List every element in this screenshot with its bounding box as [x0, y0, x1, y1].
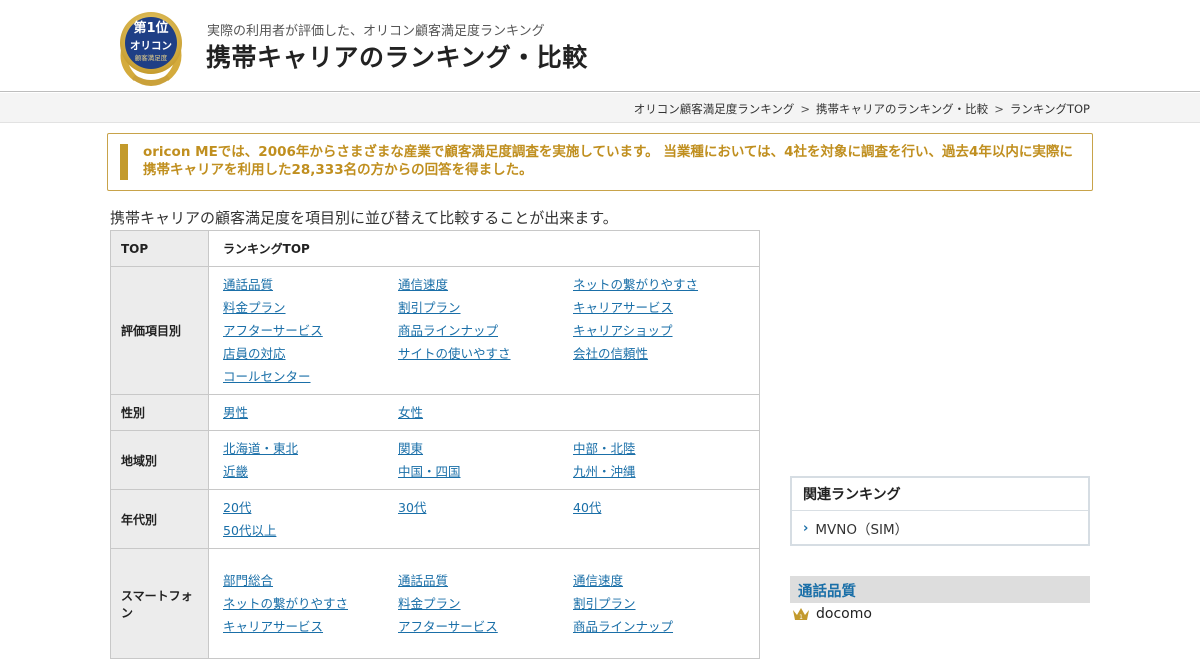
ranking-link[interactable]: ネットの繋がりやすさ	[223, 595, 398, 613]
logo-award-text: 顧客満足度	[135, 53, 168, 62]
page-title: 携帯キャリアのランキング・比較	[206, 43, 588, 72]
row-cells: 北海道・東北 関東 中部・北陸近畿 中国・四国 九州・沖縄	[208, 430, 760, 490]
intro-text: 携帯キャリアの顧客満足度を項目別に並び替えて比較することが出来ます。	[110, 209, 618, 227]
row-cells: 部門総合 通話品質 通信速度ネットの繋がりやすさ 料金プラン 割引プランキャリアサービス…	[208, 548, 760, 659]
row-label: 評価項目別	[110, 266, 209, 395]
ranking-link[interactable]: 関東	[398, 440, 573, 458]
ranking-link[interactable]: キャリアサービス	[223, 618, 398, 636]
ranking-link[interactable]: アフターサービス	[223, 322, 398, 340]
row-label: 性別	[110, 394, 209, 431]
row-label: 地域別	[110, 430, 209, 490]
table-row: 評価項目別 通話品質 通信速度 ネットの繋がりやすさ料金プラン 割引プラン キャリアサービ…	[110, 266, 760, 395]
first-place-name: docomo	[816, 606, 872, 622]
table-row: TOP ランキングTOP	[110, 230, 760, 267]
row-cells: 20代 30代 40代 50代以上	[208, 489, 760, 549]
ranking-link[interactable]: 通信速度	[573, 572, 748, 590]
link-grid: 部門総合 通話品質 通信速度ネットの繋がりやすさ 料金プラン 割引プランキャリアサービス…	[223, 572, 759, 636]
row-cells: ランキングTOP	[208, 230, 760, 267]
ranking-link[interactable]: サイトの使いやすさ	[398, 345, 573, 363]
related-ranking-item[interactable]: › MVNO（SIM）	[792, 511, 1088, 545]
ranking-link[interactable]: 商品ラインナップ	[398, 322, 573, 340]
related-rankings-title: 関連ランキング	[792, 478, 1088, 511]
ranking-link[interactable]: 料金プラン	[223, 299, 398, 317]
logo-rank-text: 第1位	[133, 20, 168, 36]
row-label: 年代別	[110, 489, 209, 549]
ranking-link[interactable]: 部門総合	[223, 572, 398, 590]
link-grid: 20代 30代 40代 50代以上	[223, 499, 759, 540]
ranking-link[interactable]: 北海道・東北	[223, 440, 398, 458]
ranking-link[interactable]: 中国・四国	[398, 463, 573, 481]
row-cells: 男性 女性	[208, 394, 760, 431]
breadcrumb-link-oricon[interactable]: オリコン顧客満足度ランキング	[634, 102, 795, 116]
ranking-link[interactable]: 40代	[573, 499, 748, 517]
ranking-link[interactable]: 中部・北陸	[573, 440, 748, 458]
breadcrumb-separator: >	[800, 102, 811, 116]
breadcrumb-link-carrier[interactable]: 携帯キャリアのランキング・比較	[816, 102, 988, 116]
row-cells: 通話品質 通信速度 ネットの繋がりやすさ料金プラン 割引プラン キャリアサービスアフター…	[208, 266, 760, 395]
survey-notice: oricon MEでは、2006年からさまざまな産業で顧客満足度調査を実施してい…	[107, 133, 1093, 191]
breadcrumb: オリコン顧客満足度ランキング > 携帯キャリアのランキング・比較 > ランキングTOP	[634, 101, 1090, 117]
ranking-link[interactable]: 九州・沖縄	[573, 463, 748, 481]
ranking-link[interactable]: キャリアショップ	[573, 322, 748, 340]
link-grid: 通話品質 通信速度 ネットの繋がりやすさ料金プラン 割引プラン キャリアサービスアフター…	[223, 276, 759, 386]
ranking-link[interactable]: 20代	[223, 499, 398, 517]
oricon-award-logo-icon[interactable]: 第1位 オリコン 顧客満足度	[112, 5, 190, 89]
chevron-right-icon: ›	[803, 520, 809, 536]
ranking-link[interactable]: 近畿	[223, 463, 398, 481]
svg-text:1: 1	[799, 614, 803, 621]
ranking-link[interactable]: 商品ラインナップ	[573, 618, 748, 636]
ranking-link[interactable]: 料金プラン	[398, 595, 573, 613]
table-row: スマートフォン 部門総合 通話品質 通信速度ネットの繋がりやすさ 料金プラン 割引プランキ…	[110, 548, 760, 659]
ranking-link[interactable]: ネットの繋がりやすさ	[573, 276, 748, 294]
category-heading: 通話品質	[790, 576, 1090, 603]
current-page-label: ランキングTOP	[223, 242, 310, 256]
row-label: TOP	[110, 230, 209, 267]
table-row: 性別 男性 女性	[110, 394, 760, 431]
ranking-link[interactable]: 50代以上	[223, 522, 398, 540]
table-row: 年代別 20代 30代 40代 50代以上	[110, 489, 760, 549]
crown-icon: 1	[793, 608, 809, 621]
row-label: スマートフォン	[110, 548, 209, 659]
ranking-link[interactable]: 会社の信頼性	[573, 345, 748, 363]
related-rankings-box: 関連ランキング › MVNO（SIM）	[790, 476, 1090, 546]
ranking-link[interactable]: 通話品質	[398, 572, 573, 590]
link-grid: 男性 女性	[223, 404, 759, 422]
ranking-link[interactable]: 女性	[398, 404, 573, 422]
link-grid: 北海道・東北 関東 中部・北陸近畿 中国・四国 九州・沖縄	[223, 440, 759, 481]
header-subtitle: 実際の利用者が評価した、オリコン顧客満足度ランキング	[207, 24, 545, 39]
ranking-link[interactable]: コールセンター	[223, 368, 398, 386]
ranking-category-table: TOP ランキングTOP 評価項目別 通話品質 通信速度 ネットの繋がりやすさ 料金プラン割…	[110, 230, 760, 659]
first-place-entry[interactable]: 1 docomo	[792, 606, 872, 622]
ranking-link[interactable]: 男性	[223, 404, 398, 422]
site-header: 第1位 オリコン 顧客満足度 実際の利用者が評価した、オリコン顧客満足度ランキン…	[0, 0, 1200, 92]
ranking-link[interactable]: 30代	[398, 499, 573, 517]
ranking-link[interactable]: アフターサービス	[398, 618, 573, 636]
table-row: 地域別 北海道・東北 関東 中部・北陸近畿 中国・四国 九州・沖縄	[110, 430, 760, 490]
ranking-link[interactable]: 通話品質	[223, 276, 398, 294]
ranking-link[interactable]: 割引プラン	[573, 595, 748, 613]
ranking-link[interactable]: 店員の対応	[223, 345, 398, 363]
notice-text: oricon MEでは、2006年からさまざまな産業で顧客満足度調査を実施してい…	[143, 144, 1073, 178]
ranking-link[interactable]: 割引プラン	[398, 299, 573, 317]
notice-accent-bar	[120, 144, 128, 180]
related-ranking-label: MVNO（SIM）	[815, 522, 909, 538]
breadcrumb-current: ランキングTOP	[1009, 102, 1090, 116]
breadcrumb-bar: オリコン顧客満足度ランキング > 携帯キャリアのランキング・比較 > ランキングTOP	[0, 93, 1200, 123]
ranking-link[interactable]: 通信速度	[398, 276, 573, 294]
ranking-link[interactable]: キャリアサービス	[573, 299, 748, 317]
breadcrumb-separator: >	[994, 102, 1004, 116]
logo-brand-text: オリコン	[130, 40, 172, 52]
